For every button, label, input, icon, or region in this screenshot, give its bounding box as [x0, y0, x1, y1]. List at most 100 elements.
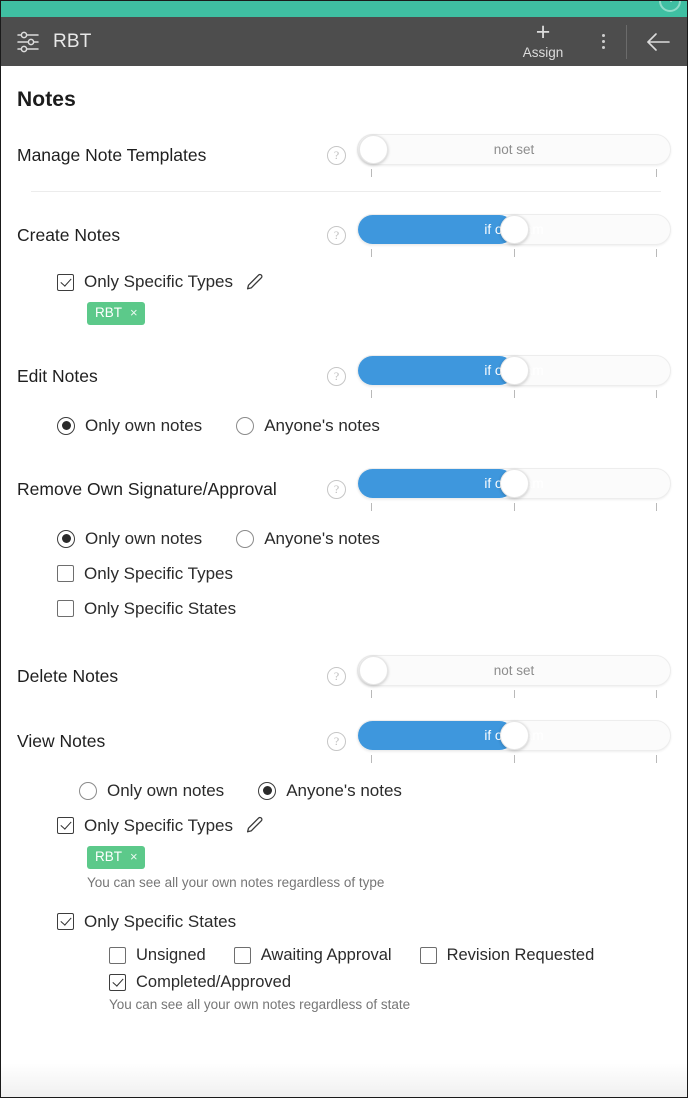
checkbox-row-only-specific-states[interactable]: Only Specific States [57, 599, 671, 619]
state-label: Completed/Approved [136, 972, 292, 991]
pencil-edit-icon[interactable] [245, 273, 264, 292]
help-icon[interactable]: ? [327, 366, 346, 386]
pencil-edit-icon[interactable] [245, 816, 264, 835]
permission-label: Manage Note Templates [17, 145, 207, 165]
checkbox-completed-approved[interactable] [109, 973, 126, 991]
tick [371, 249, 372, 257]
help-icon[interactable]: ? [327, 479, 346, 499]
permission-label: Create Notes [17, 225, 121, 245]
chip-remove-icon[interactable]: × [130, 849, 138, 865]
back-button[interactable] [629, 17, 687, 66]
permission-row-remove-own-signature: Remove Own Signature/Approval ? if on te… [17, 467, 671, 511]
permission-toggle-create-notes[interactable]: if on team [357, 214, 671, 257]
toggle-track[interactable]: if on team [357, 719, 671, 751]
toggle-ticks [357, 247, 671, 257]
tick [371, 502, 372, 511]
help-icon[interactable]: ? [327, 226, 346, 245]
permission-toggle-remove-own-signature[interactable]: if on team [357, 467, 671, 511]
types-hint: You can see all your own notes regardles… [87, 874, 385, 890]
permission-row-view-notes: View Notes ? if on team [17, 719, 671, 763]
more-vertical-icon[interactable] [582, 17, 624, 66]
radio-only-own-notes[interactable] [79, 781, 97, 800]
toggle-knob[interactable] [500, 355, 529, 385]
toggle-value: not set [493, 142, 535, 157]
toggle-ticks [357, 388, 671, 398]
toggle-track[interactable]: if on team [357, 354, 671, 386]
permission-toggle-delete-notes[interactable]: not set [357, 654, 671, 698]
checkbox-row-only-specific-types[interactable]: Only Specific Types [57, 564, 671, 584]
tick [514, 502, 515, 511]
header-divider [626, 24, 627, 59]
toggle-track[interactable]: not set [357, 134, 671, 165]
edit-notes-suboptions: Only own notes Anyone's notes [17, 416, 671, 436]
state-options-row-2: Completed/Approved [57, 973, 671, 992]
chip-rbt[interactable]: RBT × [87, 845, 145, 869]
checkbox-awaiting-approval[interactable] [233, 946, 251, 964]
toggle-fill [358, 468, 514, 498]
remove-own-signature-suboptions: Only own notes Anyone's notes Only Speci… [17, 529, 671, 619]
checkbox-only-specific-states[interactable] [57, 600, 74, 618]
radio-anyones-notes[interactable] [236, 529, 255, 548]
permission-toggle-view-notes[interactable]: if on team [357, 719, 671, 763]
toggle-ticks [357, 688, 671, 698]
radio-only-own-notes[interactable] [57, 529, 75, 548]
checkbox-row-only-specific-states[interactable]: Only Specific States [57, 912, 671, 932]
tick [514, 754, 515, 763]
radio-group-view-notes: Only own notes Anyone's notes [57, 781, 671, 801]
radio-label: Only own notes [107, 780, 225, 800]
help-icon[interactable]: ? [327, 146, 346, 165]
permission-toggle-edit-notes[interactable]: if on team [357, 354, 671, 398]
radio-label: Anyone's notes [286, 780, 402, 800]
tick [656, 169, 657, 177]
settings-content: Notes Manage Note Templates ? not set Cr… [1, 66, 687, 1097]
radio-only-own-notes[interactable] [57, 416, 75, 435]
toggle-track[interactable]: if on team [357, 214, 671, 245]
toggle-knob[interactable] [500, 720, 529, 750]
assign-button-label: Assign [522, 45, 564, 61]
permissions-screen: RBT + Assign Notes Manage Note Templates… [0, 0, 688, 1098]
checkbox-unsigned[interactable] [109, 946, 126, 964]
toggle-ticks [357, 753, 671, 763]
chip-rbt[interactable]: RBT × [87, 302, 145, 325]
checkbox-row-only-specific-types[interactable]: Only Specific Types [57, 816, 671, 836]
help-icon[interactable]: ? [327, 666, 346, 686]
page-title: Notes [17, 88, 76, 111]
chip-label: RBT [95, 848, 122, 864]
radio-anyones-notes[interactable] [258, 781, 277, 800]
tick [371, 754, 372, 763]
toggle-knob[interactable] [500, 215, 529, 244]
permission-label: Remove Own Signature/Approval [17, 478, 277, 499]
checkbox-only-specific-types[interactable] [57, 273, 74, 291]
checkbox-revision-requested[interactable] [419, 946, 437, 964]
state-label: Awaiting Approval [260, 945, 392, 964]
toggle-knob[interactable] [500, 468, 529, 498]
assign-button[interactable]: + Assign [504, 20, 582, 61]
view-notes-suboptions: Only own notes Anyone's notes Only Speci… [17, 781, 671, 1012]
tick [514, 249, 515, 257]
radio-label: Anyone's notes [264, 528, 380, 548]
checkbox-only-specific-types[interactable] [57, 817, 74, 835]
checkbox-only-specific-types[interactable] [57, 565, 74, 583]
permission-toggle-manage-note-templates[interactable]: not set [357, 134, 671, 177]
app-header: RBT + Assign [1, 17, 687, 66]
kebab-dot [601, 34, 605, 37]
permission-label: Edit Notes [17, 365, 98, 386]
sliders-icon [15, 29, 41, 55]
arrow-left-icon [647, 32, 670, 51]
chip-remove-icon[interactable]: × [130, 305, 138, 321]
radio-label: Only own notes [85, 528, 203, 548]
checkbox-only-specific-states[interactable] [57, 913, 74, 931]
help-icon[interactable]: ? [327, 731, 346, 751]
toggle-knob[interactable] [359, 135, 388, 164]
states-hint: You can see all your own notes regardles… [109, 996, 411, 1012]
toggle-knob[interactable] [359, 655, 388, 685]
toggle-track[interactable]: not set [357, 654, 671, 686]
top-accent-bar [1, 1, 687, 17]
radio-label: Only own notes [85, 415, 203, 435]
radio-anyones-notes[interactable] [236, 416, 255, 435]
kebab-dot [601, 46, 605, 49]
help-circle-icon[interactable] [659, 1, 681, 12]
checkbox-row-only-specific-types[interactable]: Only Specific Types [57, 272, 671, 292]
header-title: RBT [53, 30, 92, 52]
toggle-track[interactable]: if on team [357, 467, 671, 499]
